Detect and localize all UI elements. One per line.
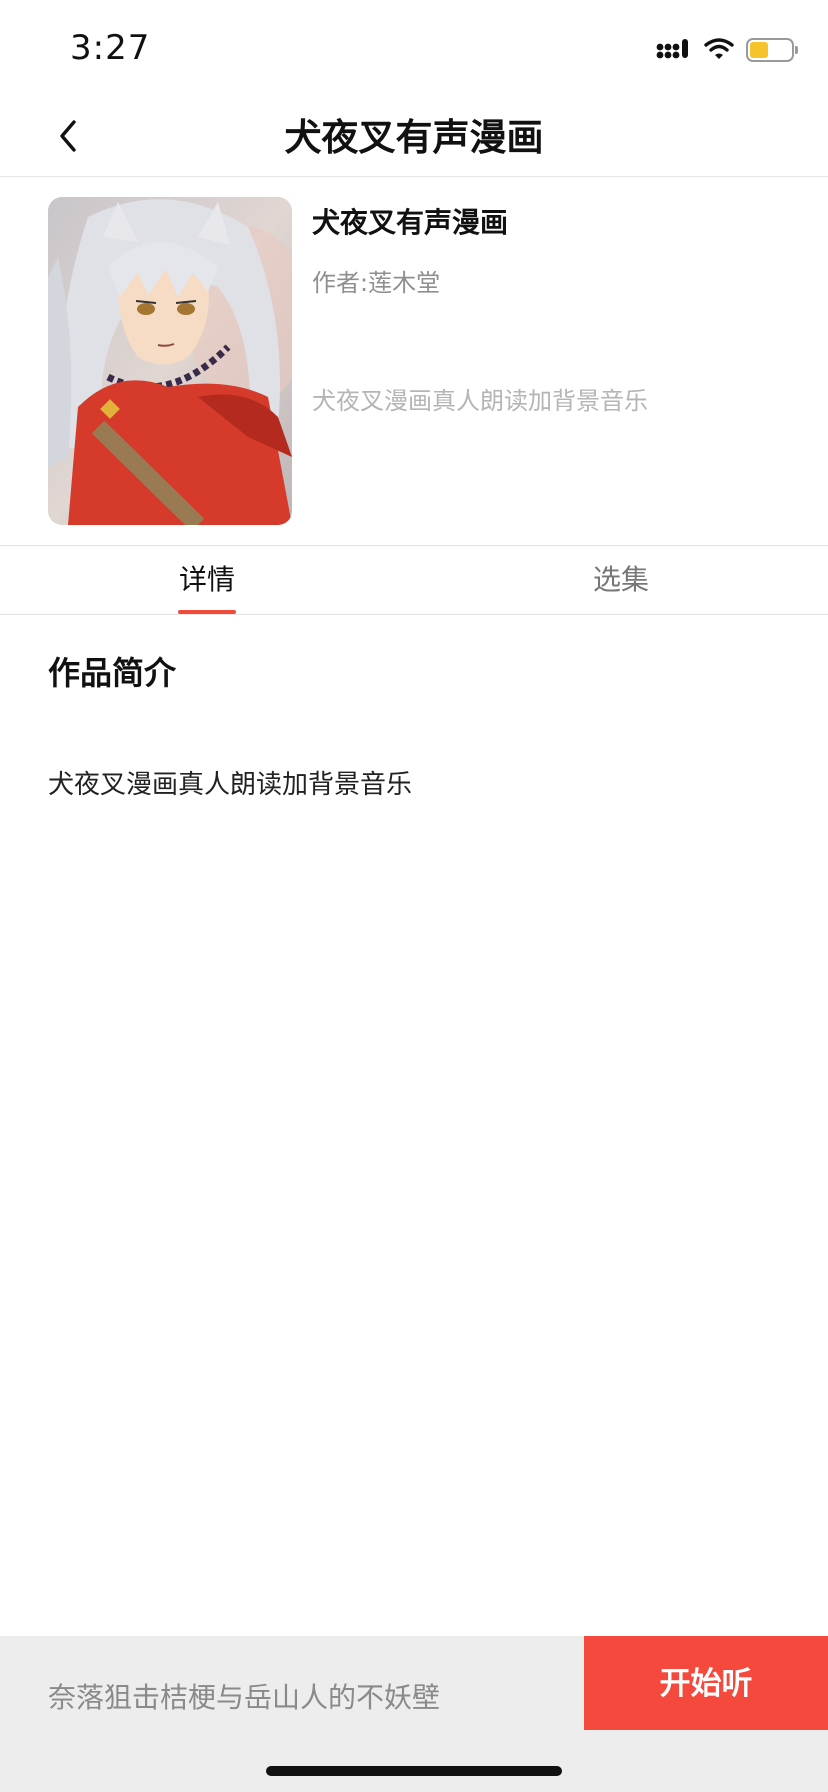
book-cover-image[interactable] <box>48 197 292 525</box>
home-indicator <box>266 1766 562 1776</box>
chevron-left-icon <box>56 118 80 158</box>
tab-details-label: 详情 <box>178 563 235 596</box>
page-title: 犬夜叉有声漫画 <box>284 116 544 159</box>
tab-bar: 详情 选集 <box>0 546 828 615</box>
now-playing-title[interactable]: 奈落狙击桔梗与岳山人的不妖壁 <box>48 1676 440 1716</box>
book-title: 犬夜叉有声漫画 <box>312 206 509 239</box>
tab-details[interactable]: 详情 <box>0 546 414 614</box>
signal-icon <box>656 36 692 64</box>
tab-episodes-label: 选集 <box>592 563 649 596</box>
status-bar: 3:27 <box>0 0 828 100</box>
tab-episodes[interactable]: 选集 <box>414 546 828 614</box>
nav-bar: 犬夜叉有声漫画 <box>0 100 828 177</box>
status-time: 3:27 <box>70 28 151 68</box>
intro-heading: 作品简介 <box>48 654 177 692</box>
battery-icon <box>746 38 798 62</box>
wifi-icon <box>704 36 734 64</box>
intro-body: 犬夜叉漫画真人朗读加背景音乐 <box>48 770 413 800</box>
book-description: 犬夜叉漫画真人朗读加背景音乐 <box>312 387 648 415</box>
start-listening-button[interactable]: 开始听 <box>584 1636 828 1730</box>
back-button[interactable] <box>40 110 96 166</box>
tab-active-indicator <box>178 610 236 614</box>
status-icons <box>656 36 798 64</box>
book-info: 犬夜叉有声漫画 作者:莲木堂 犬夜叉漫画真人朗读加背景音乐 <box>0 177 828 546</box>
battery-level <box>750 42 768 58</box>
book-author: 作者:莲木堂 <box>312 269 441 297</box>
